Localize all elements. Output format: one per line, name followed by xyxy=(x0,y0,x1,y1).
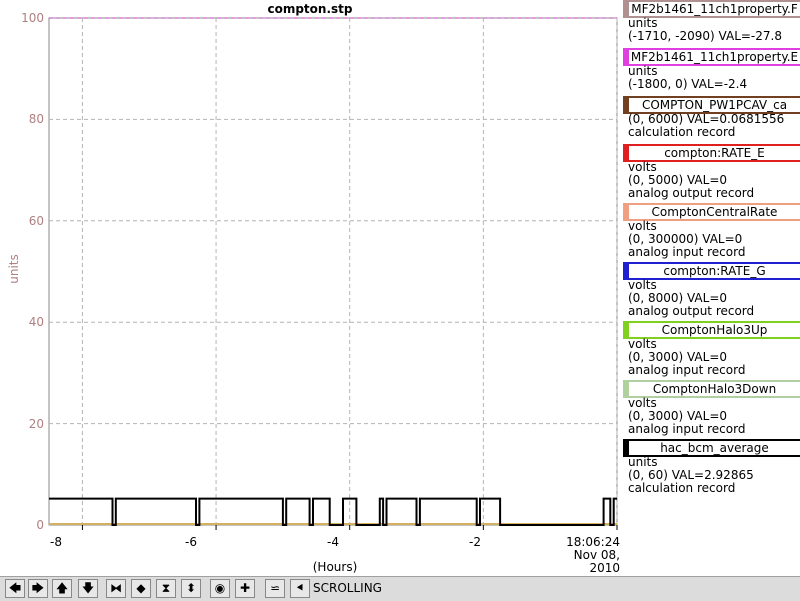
reset-icon: ◉ xyxy=(214,581,226,595)
add-icon: ✚ xyxy=(239,581,251,595)
x-tick-label: -2 xyxy=(469,535,481,549)
strip-chart-plot[interactable] xyxy=(0,0,620,540)
y-axis-label: units xyxy=(7,254,21,284)
reset-button[interactable]: ◉ xyxy=(210,579,230,598)
pan-down-button[interactable]: 🡇 xyxy=(78,579,98,598)
pan-left-button[interactable]: 🡄 xyxy=(5,579,25,598)
legend-detail-line: analog input record xyxy=(628,363,746,377)
legend-detail-line: analog input record xyxy=(628,245,746,259)
zoom-in-y-icon: ⧗ xyxy=(161,581,171,595)
back-button[interactable]: ⯇ xyxy=(290,579,310,598)
autoscale-icon: ⋍ xyxy=(269,581,281,595)
pan-down-icon: 🡇 xyxy=(81,581,95,595)
legend-detail-line: (-1710, -2090) VAL=-27.8 xyxy=(628,29,782,43)
zoom-out-x-icon: ◆ xyxy=(136,581,146,595)
scroll-status-label: SCROLLING xyxy=(313,581,382,595)
pan-up-icon: 🡅 xyxy=(55,581,69,595)
hac-bcm-average-trace xyxy=(49,497,617,526)
x-tick-label: -4 xyxy=(327,535,339,549)
back-icon: ⯇ xyxy=(295,581,305,595)
zoom-out-y-icon: ⬍ xyxy=(185,581,197,595)
x-tick-label: -8 xyxy=(50,535,62,549)
toolbar: SCROLLING 🡄 🡆 🡅 🡇 ⧓ ◆ ⧗ ⬍ ◉ ✚ ⋍ ⯇ xyxy=(0,576,800,601)
pan-up-button[interactable]: 🡅 xyxy=(52,579,72,598)
x-axis-label: (Hours) xyxy=(312,560,358,574)
plot-frame xyxy=(48,17,618,526)
y-tick-label: 60 xyxy=(28,214,44,228)
y-tick-label: 80 xyxy=(28,112,44,126)
legend-detail-line: analog output record xyxy=(628,186,755,200)
pan-right-icon: 🡆 xyxy=(31,581,45,595)
x-tick-label: -6 xyxy=(185,535,197,549)
legend-detail-line: calculation record xyxy=(628,125,736,139)
pan-left-icon: 🡄 xyxy=(8,581,22,595)
legend-detail-line: calculation record xyxy=(628,481,736,495)
pan-right-button[interactable]: 🡆 xyxy=(28,579,48,598)
y-tick-label: 40 xyxy=(28,315,44,329)
legend-detail-line: analog output record xyxy=(628,304,755,318)
legend-detail-line: (-1800, 0) VAL=-2.4 xyxy=(628,77,748,91)
zoom-in-x-button[interactable]: ⧓ xyxy=(106,579,126,598)
legend-detail-line: analog input record xyxy=(628,422,746,436)
y-tick-label: 0 xyxy=(36,518,44,532)
zoom-in-x-icon: ⧓ xyxy=(110,581,122,595)
current-time-label: 18:06:24 Nov 08, 2010 xyxy=(540,536,620,575)
zoom-in-y-button[interactable]: ⧗ xyxy=(156,579,176,598)
y-tick-label: 20 xyxy=(28,417,44,431)
date-text: Nov 08, 2010 xyxy=(573,548,620,575)
add-button[interactable]: ✚ xyxy=(235,579,255,598)
autoscale-button[interactable]: ⋍ xyxy=(265,579,285,598)
zoom-out-y-button[interactable]: ⬍ xyxy=(181,579,201,598)
y-tick-label: 100 xyxy=(21,11,44,25)
zoom-out-x-button[interactable]: ◆ xyxy=(131,579,151,598)
